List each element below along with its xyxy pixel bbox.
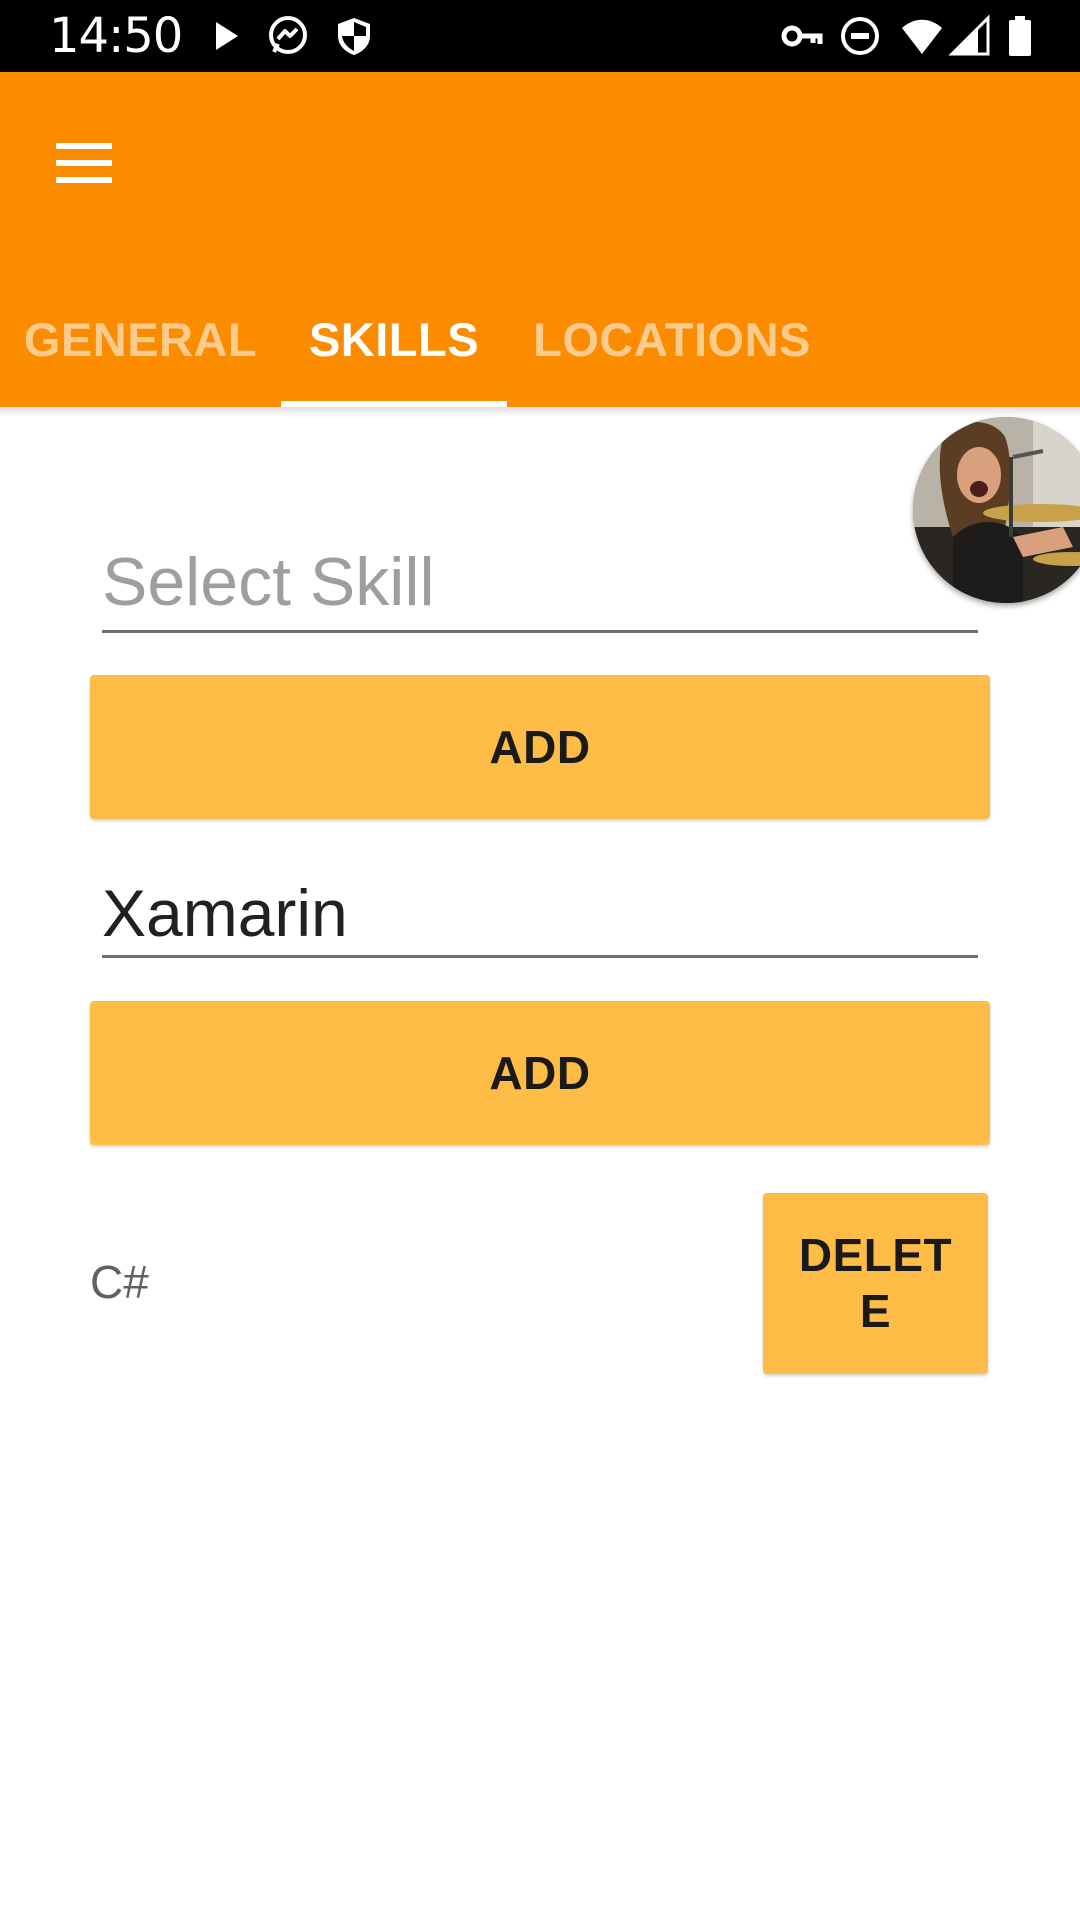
delete-label-line-2: E — [859, 1285, 892, 1337]
signal-icon — [948, 14, 992, 58]
skill-name: C# — [90, 1256, 149, 1308]
do-not-disturb-icon — [838, 14, 882, 58]
vpn-key-icon — [780, 14, 824, 58]
custom-skill-input[interactable]: Xamarin — [102, 868, 978, 958]
delete-label-line-1: DELET — [798, 1229, 953, 1281]
add-custom-skill-button[interactable]: ADD — [90, 1001, 990, 1145]
wifi-icon — [900, 14, 944, 58]
messenger-icon — [266, 14, 310, 58]
battery-icon — [998, 14, 1042, 58]
tab-skills[interactable]: SKILLS — [281, 272, 507, 407]
app-bar-shadow — [0, 407, 1080, 417]
select-skill-input[interactable]: Select Skill — [102, 537, 978, 633]
status-time: 14:50 — [49, 8, 183, 64]
add-selected-skill-button[interactable]: ADD — [90, 675, 990, 819]
screen: 14:50 GENERAL SKILLS LOCATIONS Select Sk… — [0, 0, 1080, 1920]
tab-general[interactable]: GENERAL — [0, 272, 281, 407]
tab-locations[interactable]: LOCATIONS — [507, 272, 837, 407]
delete-skill-button[interactable]: DELET E — [763, 1193, 988, 1374]
shield-icon — [332, 14, 376, 58]
hamburger-menu-icon[interactable] — [40, 122, 128, 210]
play-icon — [204, 14, 248, 58]
status-bar: 14:50 — [0, 0, 1080, 72]
app-bar: GENERAL SKILLS LOCATIONS — [0, 72, 1080, 407]
